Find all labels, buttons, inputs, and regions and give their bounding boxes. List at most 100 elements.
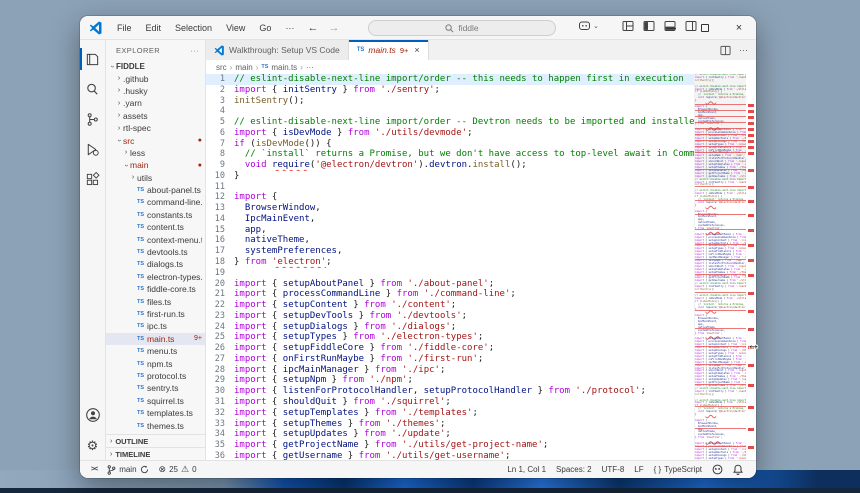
- breadcrumb-symbol[interactable]: ···: [306, 63, 314, 72]
- tree-item-themes-ts[interactable]: TSthemes.ts: [106, 419, 205, 431]
- code-line[interactable]: 23import { setupDevTools } from './devto…: [206, 311, 694, 322]
- code-line[interactable]: 16 nativeTheme,: [206, 235, 694, 246]
- tree-item-menu-ts[interactable]: TSmenu.ts: [106, 345, 205, 357]
- code-line[interactable]: 12import {: [206, 192, 694, 203]
- run-debug-icon[interactable]: [80, 134, 106, 164]
- menu-file[interactable]: File: [110, 16, 139, 40]
- code-line[interactable]: 19: [206, 268, 694, 279]
- tree-item--github[interactable]: ›.github: [106, 72, 205, 84]
- editor-more-actions[interactable]: ···: [739, 45, 748, 55]
- code-line[interactable]: 11: [206, 182, 694, 193]
- menu-more[interactable]: ···: [278, 16, 301, 40]
- code-line[interactable]: 14 IpcMainEvent,: [206, 214, 694, 225]
- code-line[interactable]: 4: [206, 106, 694, 117]
- code-line[interactable]: 3initSentry();: [206, 96, 694, 107]
- timeline-section[interactable]: › TIMELINE: [106, 447, 205, 460]
- code-line[interactable]: 6import { isDevMode } from './utils/devm…: [206, 128, 694, 139]
- remote-indicator[interactable]: ><: [86, 466, 102, 473]
- code-line[interactable]: 20import { setupAboutPanel } from './abo…: [206, 279, 694, 290]
- explorer-more-actions[interactable]: ···: [190, 46, 199, 55]
- code-lines[interactable]: 1// eslint-disable-next-line import/orde…: [206, 74, 694, 460]
- menu-selection[interactable]: Selection: [168, 16, 219, 40]
- code-line[interactable]: 9 void require('@electron/devtron').devt…: [206, 160, 694, 171]
- code-line[interactable]: 35import { getProjectName } from './util…: [206, 440, 694, 451]
- code-line[interactable]: 32import { setupTemplates } from './temp…: [206, 408, 694, 419]
- tree-item-templates-ts[interactable]: TStemplates.ts: [106, 407, 205, 419]
- outline-section[interactable]: › OUTLINE: [106, 434, 205, 447]
- tree-item-electron-types-ts[interactable]: TSelectron-types.ts: [106, 271, 205, 283]
- tree-item-content-ts[interactable]: TScontent.ts: [106, 221, 205, 233]
- code-line[interactable]: 21import { processCommandLine } from './…: [206, 289, 694, 300]
- code-line[interactable]: 28import { ipcMainManager } from './ipc'…: [206, 365, 694, 376]
- code-line[interactable]: 2import { initSentry } from './sentry';: [206, 85, 694, 96]
- notifications[interactable]: [728, 464, 748, 475]
- breadcrumb-main[interactable]: main: [235, 63, 252, 72]
- code-line[interactable]: 22import { setupContent } from './conten…: [206, 300, 694, 311]
- tree-item-protocol-ts[interactable]: TSprotocol.ts: [106, 370, 205, 382]
- tab-walkthrough[interactable]: Walkthrough: Setup VS Code: [206, 40, 349, 60]
- code-line[interactable]: 24import { setupDialogs } from './dialog…: [206, 322, 694, 333]
- indentation[interactable]: Spaces: 2: [551, 465, 597, 474]
- tree-item-npm-ts[interactable]: TSnpm.ts: [106, 357, 205, 369]
- eol-sequence[interactable]: LF: [629, 465, 648, 474]
- tree-item-squirrel-ts[interactable]: TSsquirrel.ts: [106, 395, 205, 407]
- tree-item-ipc-ts[interactable]: TSipc.ts: [106, 320, 205, 332]
- extensions-icon[interactable]: [80, 164, 106, 194]
- breadcrumb-file[interactable]: main.ts: [271, 63, 297, 72]
- code-line[interactable]: 5// eslint-disable-next-line import/orde…: [206, 117, 694, 128]
- accounts-icon[interactable]: [80, 400, 106, 430]
- tree-item--husky[interactable]: ›.husky: [106, 85, 205, 97]
- tree-item-files-ts[interactable]: TSfiles.ts: [106, 295, 205, 307]
- problems-status[interactable]: ⊗ 25 ⚠ 0: [154, 464, 202, 475]
- command-center-search[interactable]: fiddle: [368, 20, 556, 36]
- code-line[interactable]: 8 // `install` returns a Promise, but we…: [206, 149, 694, 160]
- minimap[interactable]: // eslint-disable-next-line import/order…: [694, 74, 746, 460]
- tree-item-rtl-spec[interactable]: ›rtl-spec: [106, 122, 205, 134]
- copilot-menu[interactable]: ⌄: [578, 20, 599, 32]
- copilot-status[interactable]: [707, 464, 728, 475]
- tree-item-assets[interactable]: ›assets: [106, 110, 205, 122]
- encoding[interactable]: UTF-8: [597, 465, 630, 474]
- tab-main-ts[interactable]: TS main.ts 9+ ×: [349, 40, 429, 60]
- code-line[interactable]: 33import { setupThemes } from './themes'…: [206, 419, 694, 430]
- maximize-button[interactable]: [688, 16, 722, 40]
- tree-item-main-ts[interactable]: TSmain.ts9+: [106, 333, 205, 345]
- go-back-icon[interactable]: ←: [307, 22, 318, 34]
- code-line[interactable]: 34import { setupUpdates } from './update…: [206, 429, 694, 440]
- overview-ruler[interactable]: [746, 74, 756, 460]
- go-forward-icon[interactable]: →: [328, 22, 339, 34]
- tree-item-dialogs-ts[interactable]: TSdialogs.ts: [106, 258, 205, 270]
- code-line[interactable]: 26import { setupFiddleCore } from './fid…: [206, 343, 694, 354]
- tree-item-context-menu-ts[interactable]: TScontext-menu.ts: [106, 233, 205, 245]
- settings-gear-icon[interactable]: ⚙: [80, 430, 106, 460]
- menu-go[interactable]: Go: [252, 16, 278, 40]
- breadcrumb-src[interactable]: src: [216, 63, 227, 72]
- code-line[interactable]: 25import { setupTypes } from './electron…: [206, 332, 694, 343]
- git-branch-status[interactable]: main: [102, 465, 153, 475]
- tree-item-first-run-ts[interactable]: TSfirst-run.ts: [106, 308, 205, 320]
- customize-layout-icon[interactable]: [622, 20, 634, 32]
- code-line[interactable]: 27import { onFirstRunMaybe } from './fir…: [206, 354, 694, 365]
- tree-item-fiddle-core-ts[interactable]: TSfiddle-core.ts: [106, 283, 205, 295]
- source-control-icon[interactable]: [80, 104, 106, 134]
- tree-item-src[interactable]: ›src●: [106, 134, 205, 146]
- tree-item-fiddle[interactable]: ›FIDDLE: [106, 60, 205, 72]
- tree-item-constants-ts[interactable]: TSconstants.ts: [106, 209, 205, 221]
- tree-item-sentry-ts[interactable]: TSsentry.ts: [106, 382, 205, 394]
- language-mode[interactable]: { } TypeScript: [649, 465, 707, 474]
- tree-item-command-line-ts[interactable]: TScommand-line.ts: [106, 196, 205, 208]
- tab-close-icon[interactable]: ×: [414, 45, 419, 55]
- code-line[interactable]: 29import { setupNpm } from './npm';: [206, 375, 694, 386]
- menu-edit[interactable]: Edit: [139, 16, 169, 40]
- code-line[interactable]: 18} from 'electron';: [206, 257, 694, 268]
- minimap-slider[interactable]: [695, 74, 746, 180]
- tree-item-devtools-ts[interactable]: TSdevtools.ts: [106, 246, 205, 258]
- code-line[interactable]: 17 systemPreferences,: [206, 246, 694, 257]
- code-line[interactable]: 31import { shouldQuit } from './squirrel…: [206, 397, 694, 408]
- code-line[interactable]: 36import { getUsername } from './utils/g…: [206, 451, 694, 460]
- code-line[interactable]: 10}: [206, 171, 694, 182]
- tree-item-about-panel-ts[interactable]: TSabout-panel.ts: [106, 184, 205, 196]
- split-editor-icon[interactable]: [720, 45, 731, 56]
- code-editor[interactable]: 1// eslint-disable-next-line import/orde…: [206, 74, 756, 460]
- search-sidebar-icon[interactable]: [80, 74, 106, 104]
